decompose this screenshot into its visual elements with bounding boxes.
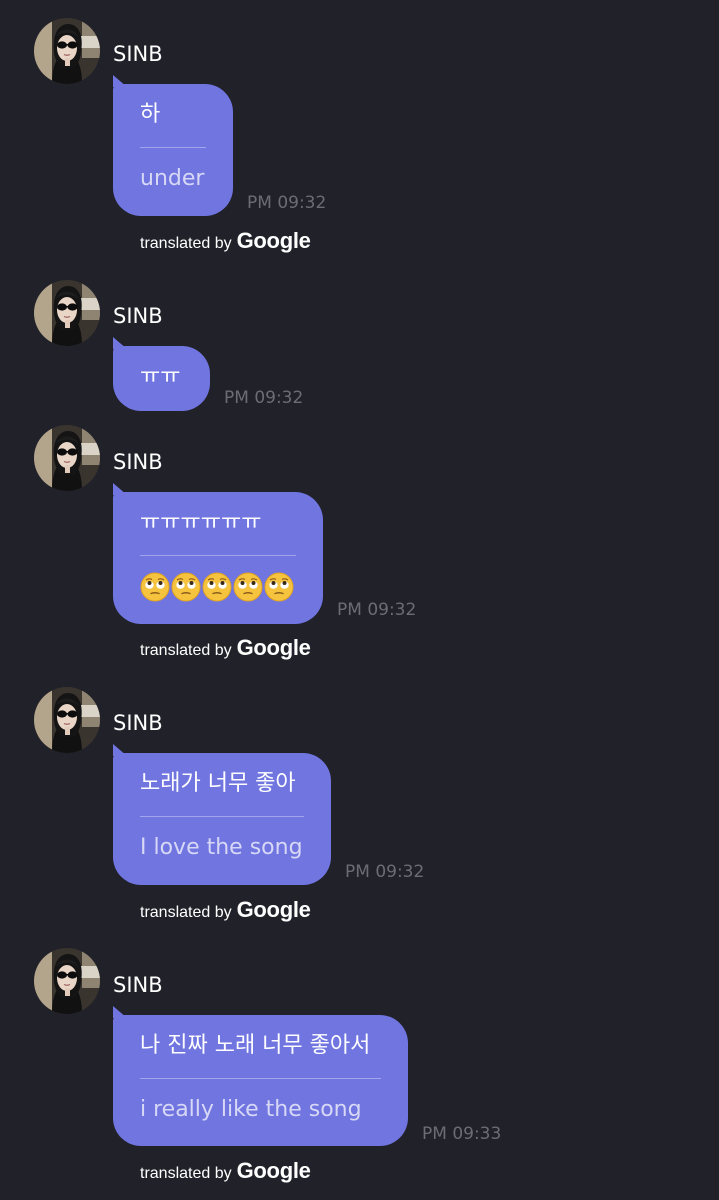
- message-bubble[interactable]: 하 under: [113, 75, 233, 216]
- original-text: 노래가 너무 좋아: [140, 771, 296, 796]
- face-with-rolling-eyes-icon: [202, 572, 232, 602]
- sender-name[interactable]: SINB: [113, 41, 163, 67]
- message-timestamp: PM 09:32: [247, 193, 327, 213]
- sender-name[interactable]: SINB: [113, 303, 163, 329]
- divider: [140, 1078, 381, 1079]
- avatar-image: [34, 687, 100, 753]
- original-text: ㅠㅠㅠㅠㅠㅠ: [140, 510, 262, 535]
- message-bubble[interactable]: ㅠㅠㅠㅠㅠㅠ: [113, 483, 323, 624]
- google-logo: Google: [236, 897, 311, 922]
- avatar-image: [34, 280, 100, 346]
- avatar[interactable]: [34, 280, 100, 346]
- avatar[interactable]: [34, 425, 100, 491]
- translated-by-label: translated by: [140, 904, 232, 921]
- original-text: 나 진짜 노래 너무 좋아서: [140, 1033, 371, 1058]
- message-bubble[interactable]: ㅠㅠ: [113, 337, 210, 411]
- avatar-image: [34, 948, 100, 1014]
- google-logo: Google: [236, 1158, 311, 1183]
- divider: [140, 816, 304, 817]
- message-timestamp: PM 09:32: [345, 862, 425, 882]
- avatar[interactable]: [34, 948, 100, 1014]
- translation-credit: translated by Google: [140, 228, 311, 254]
- divider: [140, 147, 206, 148]
- divider: [140, 555, 296, 556]
- translated-emoji-row: [140, 572, 296, 602]
- sender-name[interactable]: SINB: [113, 972, 163, 998]
- translation-credit: translated by Google: [140, 635, 311, 661]
- avatar[interactable]: [34, 18, 100, 84]
- original-text: ㅠㅠ: [140, 364, 181, 389]
- message-timestamp: PM 09:32: [337, 600, 417, 620]
- sender-name[interactable]: SINB: [113, 710, 163, 736]
- original-text: 하: [140, 102, 161, 127]
- face-with-rolling-eyes-icon: [233, 572, 263, 602]
- avatar-image: [34, 18, 100, 84]
- avatar-image: [34, 425, 100, 491]
- translated-by-label: translated by: [140, 1165, 232, 1182]
- avatar[interactable]: [34, 687, 100, 753]
- sender-name[interactable]: SINB: [113, 449, 163, 475]
- chat-screen: { "sender_name": "SINB", "translated_by"…: [0, 0, 719, 1200]
- translation-credit: translated by Google: [140, 1158, 311, 1184]
- message-bubble[interactable]: 노래가 너무 좋아 I love the song: [113, 744, 331, 885]
- translated-text: i really like the song: [140, 1097, 362, 1122]
- message-timestamp: PM 09:33: [422, 1124, 502, 1144]
- face-with-rolling-eyes-icon: [171, 572, 201, 602]
- message-timestamp: PM 09:32: [224, 388, 304, 408]
- translated-text: under: [140, 166, 205, 191]
- translated-text: I love the song: [140, 835, 303, 860]
- face-with-rolling-eyes-icon: [264, 572, 294, 602]
- message-bubble[interactable]: 나 진짜 노래 너무 좋아서 i really like the song: [113, 1006, 408, 1146]
- translated-by-label: translated by: [140, 642, 232, 659]
- translation-credit: translated by Google: [140, 897, 311, 923]
- translated-by-label: translated by: [140, 235, 232, 252]
- face-with-rolling-eyes-icon: [140, 572, 170, 602]
- google-logo: Google: [236, 228, 311, 253]
- google-logo: Google: [236, 635, 311, 660]
